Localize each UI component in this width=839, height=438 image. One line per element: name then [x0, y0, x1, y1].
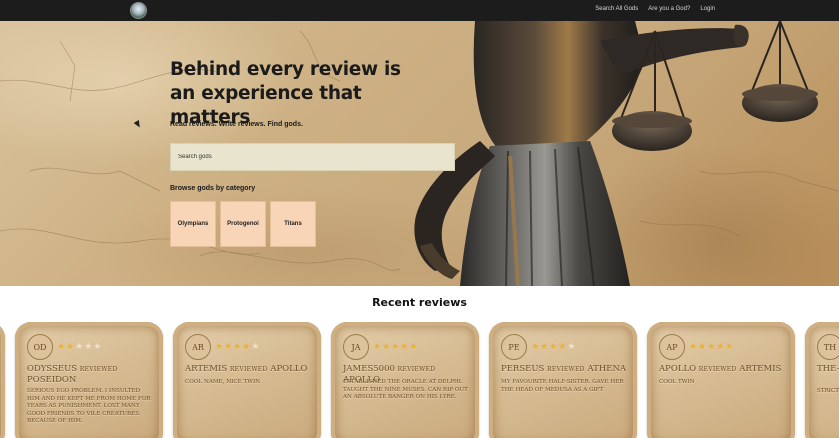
review-heading: THE-N ARTE [817, 364, 839, 375]
hero-title: Behind every review is an experience tha… [170, 59, 401, 128]
reviewer-avatar: TH [817, 334, 839, 360]
category-titans[interactable]: Titans [270, 201, 316, 247]
reviewed-verb: REVIEWED [229, 366, 268, 373]
reviewed-god-name: ARTEMIS [739, 364, 782, 374]
hero-subtitle: Read reviews. Write reviews. Find gods. [170, 121, 303, 128]
star-filled-icon: ★ [400, 341, 410, 351]
review-card[interactable]: TH THE-N ARTE STRICT CHOSE [805, 322, 839, 438]
star-filled-icon: ★ [57, 341, 67, 351]
hero-section: Behind every review is an experience tha… [0, 21, 839, 286]
review-card[interactable]: JA ★★★★★ JAMES5000 REVIEWED APOLLO ESTABLIS… [331, 322, 479, 438]
star-filled-icon: ★ [531, 341, 541, 351]
recent-reviews-heading: Recent reviews [372, 296, 467, 309]
star-filled-icon: ★ [689, 341, 699, 351]
star-filled-icon: ★ [391, 341, 401, 351]
review-text: STRICT CHOSE [817, 388, 839, 394]
reviewer-avatar: AR [185, 334, 211, 360]
category-olympians[interactable]: Olympians [170, 201, 216, 247]
review-carousel[interactable]: OD ★★★★★ ODYSSEUS REVIEWED POSEIDON SERIOUS… [0, 322, 839, 438]
reviewed-god-name: APOLLO [270, 364, 308, 374]
review-card[interactable]: OD ★★★★★ ODYSSEUS REVIEWED POSEIDON SERIOUS… [15, 322, 163, 438]
star-filled-icon: ★ [558, 341, 568, 351]
star-rating: ★★★★★ [215, 342, 260, 351]
star-filled-icon: ★ [66, 341, 76, 351]
reviewer-avatar: AP [659, 334, 685, 360]
star-filled-icon: ★ [549, 341, 559, 351]
reviewer-name: PERSEUS [501, 364, 545, 374]
review-heading: PERSEUS REVIEWED ATHENA [501, 364, 627, 375]
star-filled-icon: ★ [373, 341, 383, 351]
star-filled-icon: ★ [707, 341, 717, 351]
star-filled-icon: ★ [409, 341, 419, 351]
reviewed-verb: REVIEWED [397, 366, 436, 373]
review-heading: ODYSSEUS REVIEWED POSEIDON [27, 364, 153, 386]
star-rating: ★★★★★ [373, 342, 418, 351]
star-filled-icon: ★ [716, 341, 726, 351]
star-filled-icon: ★ [233, 341, 243, 351]
review-card[interactable]: AP ★★★★★ APOLLO REVIEWED ARTEMIS COOL TWIN [647, 322, 795, 438]
reviewed-god-name: ATHENA [587, 364, 627, 374]
star-filled-icon: ★ [698, 341, 708, 351]
reviewer-name: ODYSSEUS [27, 364, 78, 374]
category-label: Olympians [177, 221, 209, 227]
nav-search-all-gods[interactable]: Search All Gods [595, 6, 638, 12]
star-rating: ★★★★★ [531, 342, 576, 351]
star-filled-icon: ★ [540, 341, 550, 351]
review-text: COOL NAME, NICE TWIN [185, 379, 261, 385]
review-card[interactable]: AR ★★★★★ ARTEMIS REVIEWED APOLLO COOL NAME,… [173, 322, 321, 438]
reviewer-name: JAMES5000 [343, 364, 395, 374]
category-label: Titans [284, 221, 302, 227]
reviewer-name: ARTEMIS [185, 364, 228, 374]
top-nav: Search All Gods Are you a God? Login [0, 0, 839, 21]
reviewer-avatar: OD [27, 334, 53, 360]
star-filled-icon: ★ [382, 341, 392, 351]
review-text: SERIOUS EGO PROBLEM. I INSULTED HIM AND … [27, 388, 151, 425]
star-empty-icon: ★ [93, 341, 103, 351]
category-protogenoi[interactable]: Protogenoi [220, 201, 266, 247]
star-rating: ★★★★★ [689, 342, 734, 351]
reviewer-avatar: JA [343, 334, 369, 360]
reviewed-verb: REVIEWED [698, 366, 737, 373]
nav-are-you-a-god[interactable]: Are you a God? [648, 6, 690, 12]
star-empty-icon: ★ [75, 341, 85, 351]
reviewed-god-name: POSEIDON [27, 375, 77, 385]
reviewed-verb: REVIEWED [547, 366, 585, 373]
review-text: COOL TWIN [659, 379, 695, 385]
star-filled-icon: ★ [725, 341, 735, 351]
review-text: MY FAVOURITE HALF-SISTER. GAVE HER THE H… [501, 379, 624, 393]
star-filled-icon: ★ [242, 341, 252, 351]
review-text: ESTABLISHED THE ORACLE AT DELPHI. TAUGHT… [343, 379, 468, 401]
reviewer-name: THE-N [817, 364, 839, 374]
review-card[interactable]: PE ★★★★★ PERSEUS REVIEWED ATHENA MY FAVOURI… [489, 322, 637, 438]
nav-login[interactable]: Login [700, 6, 715, 12]
reviewed-verb: REVIEWED [79, 366, 118, 373]
star-filled-icon: ★ [224, 341, 234, 351]
star-empty-icon: ★ [84, 341, 94, 351]
reviewer-name: APOLLO [659, 364, 697, 374]
star-empty-icon: ★ [251, 341, 261, 351]
site-logo[interactable] [130, 2, 147, 19]
browse-category-label: Browse gods by category [170, 185, 256, 192]
star-filled-icon: ★ [215, 341, 225, 351]
nav-links: Search All Gods Are you a God? Login [595, 6, 715, 12]
review-heading: ARTEMIS REVIEWED APOLLO [185, 364, 311, 375]
reviewer-avatar: PE [501, 334, 527, 360]
review-card[interactable] [0, 322, 5, 438]
review-heading: APOLLO REVIEWED ARTEMIS [659, 364, 785, 375]
search-gods-input[interactable] [170, 143, 455, 171]
star-empty-icon: ★ [567, 341, 577, 351]
category-label: Protogenoi [227, 221, 259, 227]
star-rating: ★★★★★ [57, 342, 102, 351]
